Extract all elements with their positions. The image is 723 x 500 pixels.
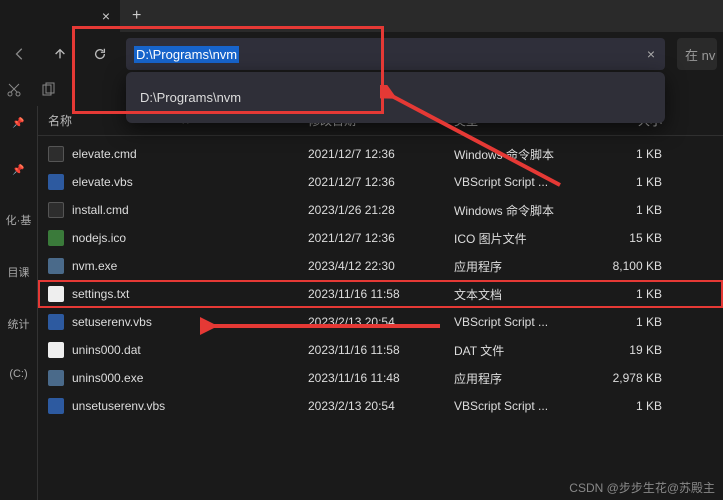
- file-date: 2023/2/13 20:54: [308, 399, 454, 413]
- pin-icon[interactable]: 📌: [12, 165, 24, 176]
- file-row[interactable]: unins000.exe 2023/11/16 11:48应用程序2,978 KB: [38, 364, 723, 392]
- file-icon: [48, 146, 64, 162]
- file-name: elevate.vbs: [72, 175, 133, 189]
- file-type: 文本文档: [454, 286, 582, 303]
- file-row[interactable]: unins000.dat 2023/11/16 11:58DAT 文件19 KB: [38, 336, 723, 364]
- file-type: DAT 文件: [454, 342, 582, 359]
- file-row[interactable]: nvm.exe 2023/4/12 22:30应用程序8,100 KB: [38, 252, 723, 280]
- main-area: 📌 📌 化·基 目课 统计 (C:) 名称˄ 修改日期 类型 大小 elevat…: [0, 106, 723, 500]
- file-type: VBScript Script ...: [454, 175, 582, 189]
- address-suggestions: D:\Programs\nvm: [126, 72, 665, 123]
- file-icon: [48, 258, 64, 274]
- file-row[interactable]: unsetuserenv.vbs 2023/2/13 20:54VBScript …: [38, 392, 723, 420]
- file-size: 8,100 KB: [582, 259, 662, 273]
- file-type: Windows 命令脚本: [454, 146, 582, 163]
- suggestion-item[interactable]: D:\Programs\nvm: [126, 82, 665, 113]
- file-name-cell: elevate.cmd: [48, 146, 308, 162]
- file-date: 2021/12/7 12:36: [308, 175, 454, 189]
- file-name-cell: settings.txt: [48, 286, 308, 302]
- sidebar-item[interactable]: 化·基: [6, 212, 32, 228]
- file-icon: [48, 174, 64, 190]
- search-input[interactable]: 在 nv: [677, 38, 717, 70]
- file-size: 1 KB: [582, 315, 662, 329]
- refresh-button[interactable]: [86, 40, 114, 68]
- file-type: 应用程序: [454, 258, 582, 275]
- file-name: install.cmd: [72, 203, 129, 217]
- cut-icon[interactable]: [6, 82, 22, 101]
- file-type: VBScript Script ...: [454, 399, 582, 413]
- file-date: 2023/11/16 11:58: [308, 343, 454, 357]
- address-bar[interactable]: D:\Programs\nvm ×: [126, 38, 665, 70]
- file-icon: [48, 286, 64, 302]
- file-size: 15 KB: [582, 231, 662, 245]
- up-button[interactable]: [46, 40, 74, 68]
- file-name-cell: install.cmd: [48, 202, 308, 218]
- file-row[interactable]: install.cmd 2023/1/26 21:28Windows 命令脚本1 …: [38, 196, 723, 224]
- file-name: unins000.dat: [72, 343, 141, 357]
- back-button[interactable]: [6, 40, 34, 68]
- file-type: Windows 命令脚本: [454, 202, 582, 219]
- file-date: 2023/11/16 11:48: [308, 371, 454, 385]
- pin-icon[interactable]: 📌: [12, 118, 24, 129]
- clear-icon[interactable]: ×: [647, 46, 655, 62]
- file-name: setuserenv.vbs: [72, 315, 152, 329]
- content-pane: 名称˄ 修改日期 类型 大小 elevate.cmd2021/12/7 12:3…: [38, 106, 723, 500]
- file-type: VBScript Script ...: [454, 315, 582, 329]
- file-date: 2023/4/12 22:30: [308, 259, 454, 273]
- toolbar: D:\Programs\nvm × D:\Programs\nvm 在 nv: [0, 32, 723, 76]
- file-icon: [48, 314, 64, 330]
- file-size: 19 KB: [582, 343, 662, 357]
- sidebar-item[interactable]: 统计: [8, 316, 30, 332]
- file-name-cell: unsetuserenv.vbs: [48, 398, 308, 414]
- file-name: nvm.exe: [72, 259, 117, 273]
- sidebar: 📌 📌 化·基 目课 统计 (C:): [0, 106, 38, 500]
- file-size: 1 KB: [582, 287, 662, 301]
- sidebar-item[interactable]: 目课: [8, 264, 30, 280]
- copy-icon[interactable]: [40, 82, 56, 101]
- file-icon: [48, 202, 64, 218]
- file-date: 2023/1/26 21:28: [308, 203, 454, 217]
- file-size: 2,978 KB: [582, 371, 662, 385]
- file-date: 2021/12/7 12:36: [308, 231, 454, 245]
- file-row[interactable]: elevate.cmd 2021/12/7 12:36Windows 命令脚本1 …: [38, 140, 723, 168]
- watermark: CSDN @步步生花@苏殿主: [569, 479, 715, 496]
- sidebar-item[interactable]: (C:): [9, 368, 27, 380]
- file-size: 1 KB: [582, 175, 662, 189]
- file-size: 1 KB: [582, 203, 662, 217]
- close-icon[interactable]: ×: [102, 8, 110, 24]
- file-name: nodejs.ico: [72, 231, 126, 245]
- file-icon: [48, 342, 64, 358]
- file-icon: [48, 370, 64, 386]
- file-name-cell: elevate.vbs: [48, 174, 308, 190]
- file-list: elevate.cmd2021/12/7 12:36Windows 命令脚本1 …: [38, 136, 723, 420]
- file-date: 2023/2/13 20:54: [308, 315, 454, 329]
- file-name-cell: nvm.exe: [48, 258, 308, 274]
- file-name: elevate.cmd: [72, 147, 137, 161]
- file-row[interactable]: setuserenv.vbs 2023/2/13 20:54VBScript Sc…: [38, 308, 723, 336]
- file-date: 2021/12/7 12:36: [308, 147, 454, 161]
- file-name-cell: unins000.exe: [48, 370, 308, 386]
- file-name: settings.txt: [72, 287, 129, 301]
- address-wrap: D:\Programs\nvm × D:\Programs\nvm: [126, 38, 665, 70]
- file-name: unins000.exe: [72, 371, 143, 385]
- file-name-cell: nodejs.ico: [48, 230, 308, 246]
- file-name-cell: setuserenv.vbs: [48, 314, 308, 330]
- file-row[interactable]: elevate.vbs 2021/12/7 12:36VBScript Scrip…: [38, 168, 723, 196]
- file-row[interactable]: settings.txt 2023/11/16 11:58文本文档1 KB: [38, 280, 723, 308]
- file-icon: [48, 230, 64, 246]
- new-tab-button[interactable]: +: [120, 7, 153, 25]
- file-name: unsetuserenv.vbs: [72, 399, 165, 413]
- file-icon: [48, 398, 64, 414]
- file-size: 1 KB: [582, 399, 662, 413]
- file-row[interactable]: nodejs.ico 2021/12/7 12:36ICO 图片文件15 KB: [38, 224, 723, 252]
- file-name-cell: unins000.dat: [48, 342, 308, 358]
- header-name-label: 名称: [48, 112, 72, 129]
- active-tab[interactable]: ×: [0, 0, 120, 32]
- file-type: 应用程序: [454, 370, 582, 387]
- tab-bar: × +: [0, 0, 723, 32]
- file-size: 1 KB: [582, 147, 662, 161]
- file-type: ICO 图片文件: [454, 230, 582, 247]
- file-date: 2023/11/16 11:58: [308, 287, 454, 301]
- address-text[interactable]: D:\Programs\nvm: [134, 46, 239, 63]
